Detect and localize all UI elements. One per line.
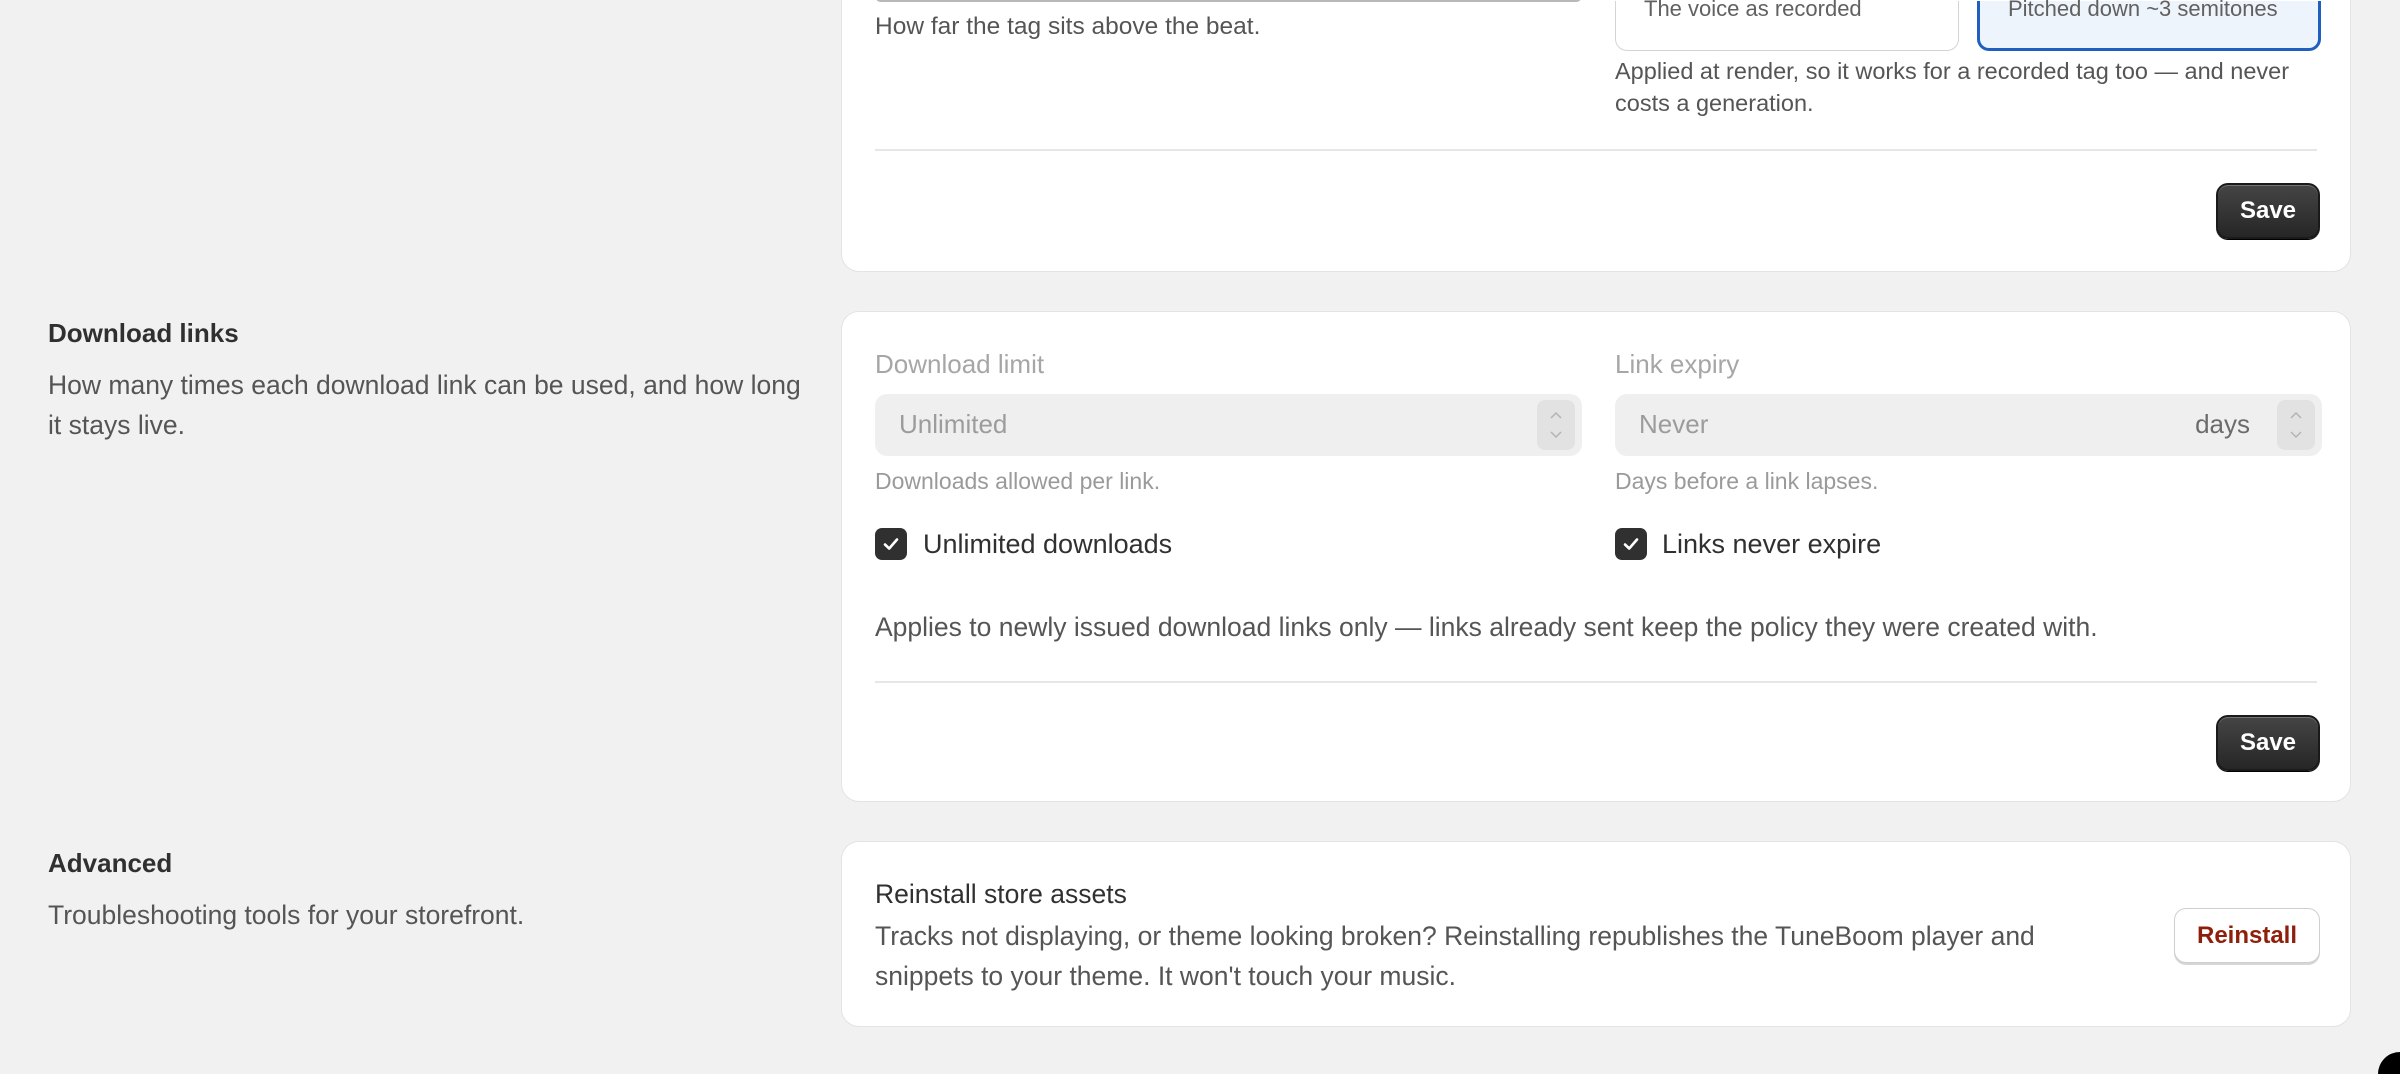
chevron-up-icon[interactable] bbox=[1550, 409, 1562, 421]
save-button[interactable]: Save bbox=[2216, 183, 2320, 239]
link-expiry-stepper[interactable] bbox=[2277, 400, 2315, 450]
reinstall-title: Reinstall store assets bbox=[875, 879, 1127, 909]
checkmark-icon bbox=[883, 538, 899, 550]
reinstall-button[interactable]: Reinstall bbox=[2174, 908, 2320, 963]
divider bbox=[875, 149, 2317, 151]
advanced-title: Advanced bbox=[48, 848, 173, 878]
download-links-card: Download limit Unlimited Downloads allow… bbox=[841, 311, 2351, 802]
download-policy-note: Applies to newly issued download links o… bbox=[875, 612, 2098, 642]
download-links-title: Download links bbox=[48, 318, 239, 348]
tag-height-help: How far the tag sits above the beat. bbox=[875, 13, 1261, 40]
unlimited-downloads-checkbox[interactable] bbox=[875, 528, 907, 560]
voice-option-pitched-label: Pitched down ~3 semitones bbox=[2008, 0, 2278, 21]
download-limit-input[interactable]: Unlimited bbox=[875, 394, 1582, 456]
divider bbox=[875, 681, 2317, 683]
links-never-expire-checkbox[interactable] bbox=[1615, 528, 1647, 560]
link-expiry-help: Days before a link lapses. bbox=[1615, 468, 1879, 494]
link-expiry-input[interactable]: Never days bbox=[1615, 394, 2322, 456]
download-limit-help: Downloads allowed per link. bbox=[875, 468, 1161, 494]
download-limit-value: Unlimited bbox=[899, 409, 1008, 439]
chevron-up-icon[interactable] bbox=[2290, 409, 2302, 421]
chevron-down-icon[interactable] bbox=[1550, 429, 1562, 441]
voice-option-recorded[interactable]: The voice as recorded bbox=[1615, 0, 1959, 51]
advanced-description: Troubleshooting tools for your storefron… bbox=[48, 900, 525, 930]
download-links-description: How many times each download link can be… bbox=[48, 370, 801, 440]
save-button[interactable]: Save bbox=[2216, 715, 2320, 771]
checkmark-icon bbox=[1623, 538, 1639, 550]
chevron-down-icon[interactable] bbox=[2290, 429, 2302, 441]
link-expiry-value: Never bbox=[1639, 409, 1709, 439]
voice-help: Applied at render, so it works for a rec… bbox=[1615, 58, 2290, 116]
window-corner bbox=[2378, 1052, 2400, 1074]
tag-height-slider[interactable] bbox=[875, 0, 1582, 2]
voice-option-pitched[interactable]: Pitched down ~3 semitones bbox=[1977, 0, 2321, 51]
download-limit-stepper[interactable] bbox=[1537, 400, 1575, 450]
advanced-card: Reinstall store assets Tracks not displa… bbox=[841, 841, 2351, 1027]
link-expiry-suffix: days bbox=[2195, 409, 2250, 439]
voice-option-recorded-label: The voice as recorded bbox=[1644, 0, 1862, 21]
unlimited-downloads-label[interactable]: Unlimited downloads bbox=[923, 529, 1172, 560]
tag-settings-card: How far the tag sits above the beat. The… bbox=[841, 0, 2351, 272]
reinstall-description: Tracks not displaying, or theme looking … bbox=[875, 921, 2035, 991]
link-expiry-label: Link expiry bbox=[1615, 349, 1740, 379]
download-limit-label: Download limit bbox=[875, 349, 1045, 379]
links-never-expire-label[interactable]: Links never expire bbox=[1662, 529, 1881, 560]
